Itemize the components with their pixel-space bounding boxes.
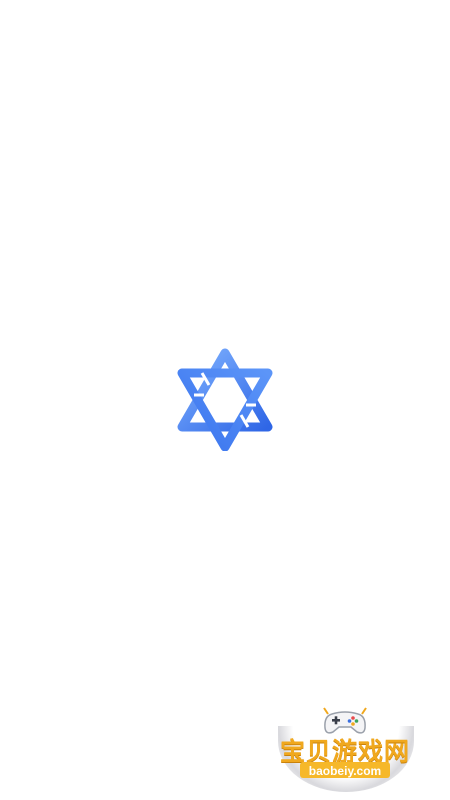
watermark-url: baobeiy.com [308,764,382,778]
app-logo-star-icon [176,347,274,451]
splash-screen: 宝贝游戏网 baobeiy.com [0,0,450,800]
watermark-url-badge: baobeiy.com [300,762,390,778]
site-watermark: 宝贝游戏网 baobeiy.com [270,700,420,796]
